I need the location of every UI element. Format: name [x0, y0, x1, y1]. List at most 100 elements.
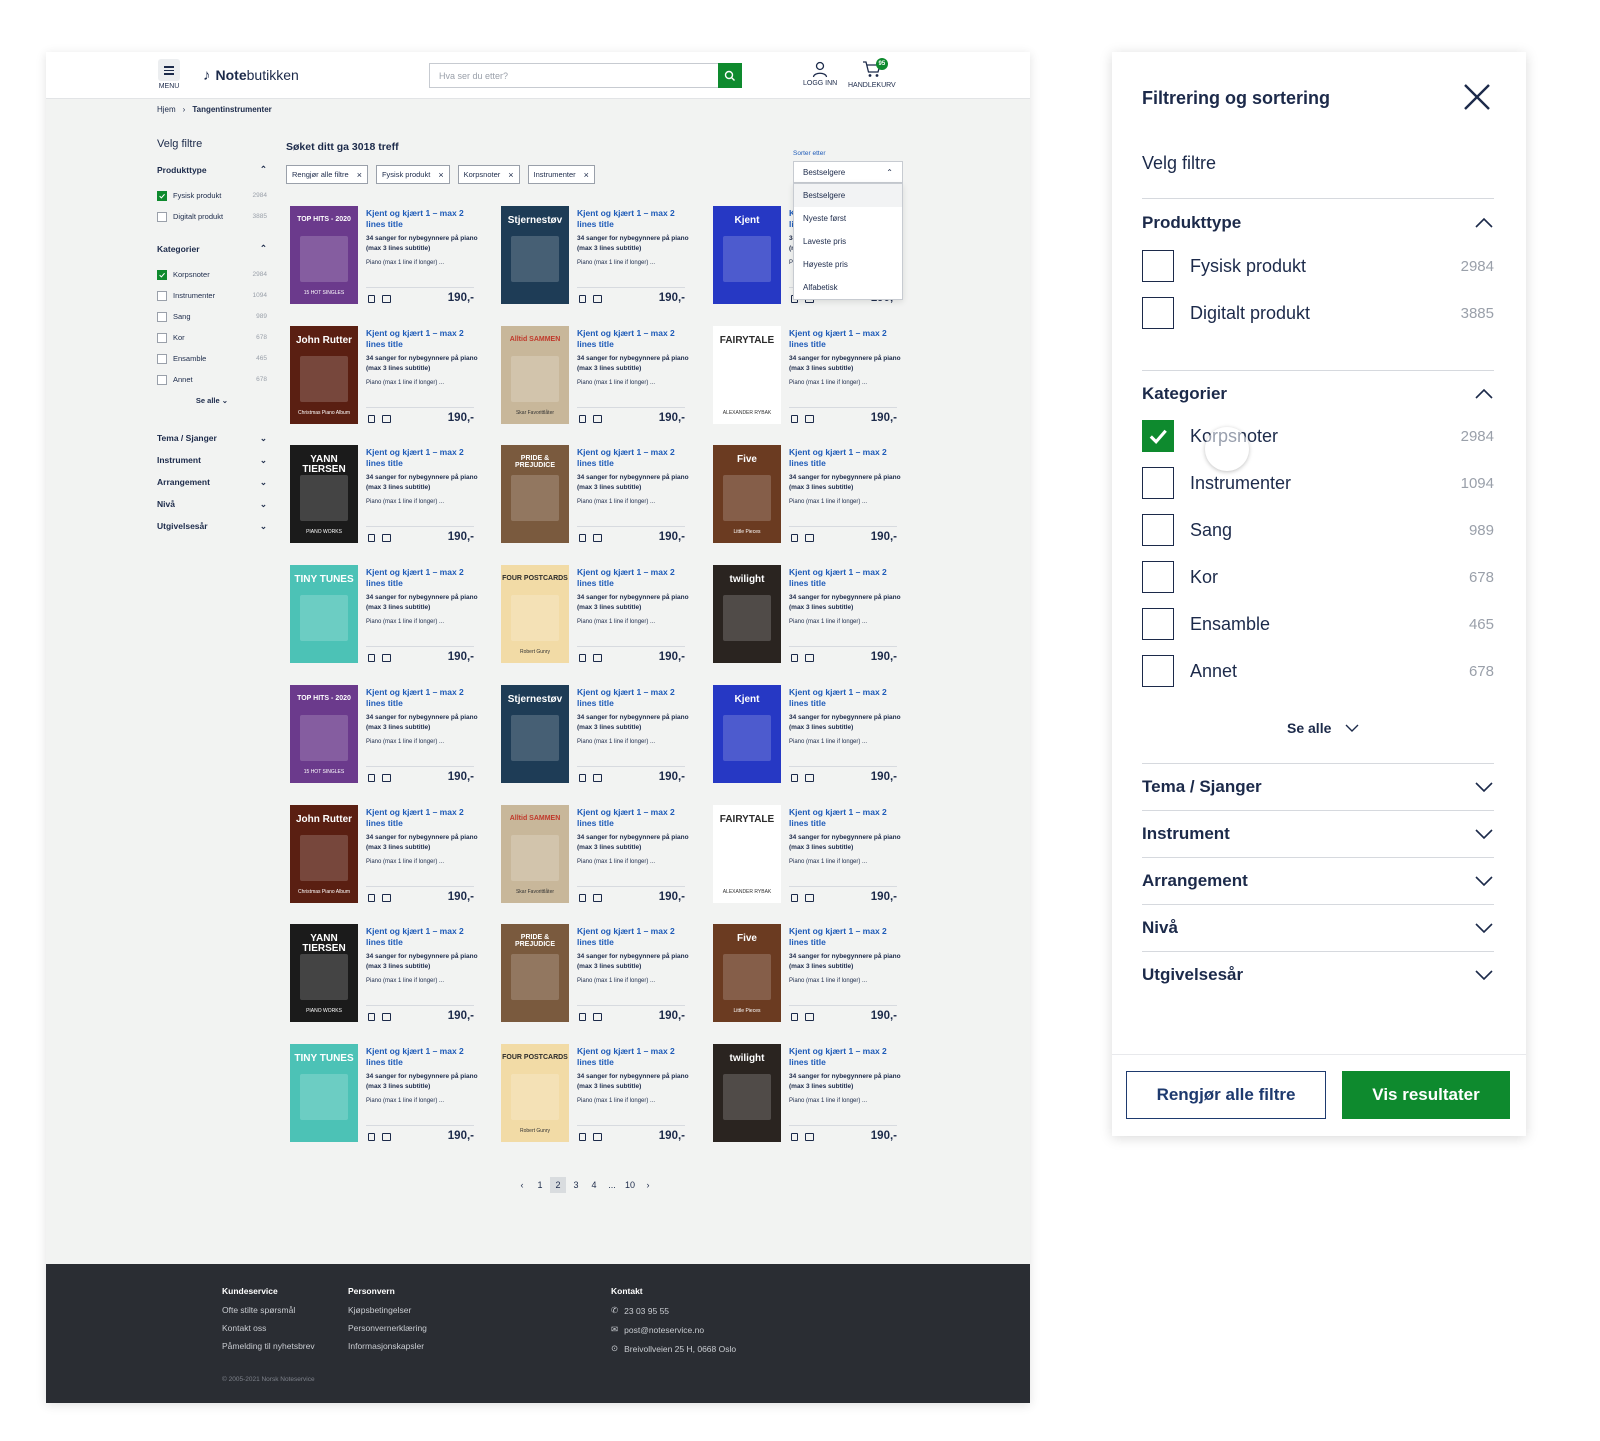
- product-cover-image[interactable]: TINY TUNES: [290, 565, 358, 663]
- panel-filter-option[interactable]: Kor 678: [1142, 560, 1494, 594]
- footer-link[interactable]: Ofte stilte spørsmål: [222, 1305, 315, 1315]
- product-title[interactable]: Kjent og kjært 1 – max 2 lines title: [366, 687, 481, 709]
- checkbox[interactable]: [157, 353, 167, 364]
- checkbox[interactable]: [157, 374, 167, 385]
- panel-group-collapsed[interactable]: Arrangement: [1142, 869, 1494, 893]
- product-card[interactable]: FAIRYTALE ALEXANDER RYBAK Kjent og kjært 1…: [709, 326, 909, 426]
- page-link[interactable]: 3: [568, 1177, 584, 1193]
- checkbox[interactable]: [157, 269, 167, 280]
- product-title[interactable]: Kjent og kjært 1 – max 2 lines title: [577, 328, 692, 350]
- page-link[interactable]: 1: [532, 1177, 548, 1193]
- product-title[interactable]: Kjent og kjært 1 – max 2 lines title: [366, 807, 481, 829]
- show-results-button[interactable]: Vis resultater: [1342, 1071, 1510, 1119]
- panel-see-all-button[interactable]: Se alle: [1287, 720, 1359, 736]
- product-title[interactable]: Kjent og kjært 1 – max 2 lines title: [366, 567, 481, 589]
- filter-option[interactable]: Instrumenter 1094: [157, 285, 267, 306]
- checkbox[interactable]: [1142, 297, 1174, 329]
- product-title[interactable]: Kjent og kjært 1 – max 2 lines title: [366, 328, 481, 350]
- product-cover-image[interactable]: TOP HITS - 2020 15 HOT SINGLES: [290, 685, 358, 783]
- product-card[interactable]: FOUR POSTCARDS Robert Gunry Kjent og kjært…: [497, 565, 697, 665]
- product-cover-image[interactable]: FOUR POSTCARDS Robert Gunry: [501, 1044, 569, 1142]
- product-card[interactable]: FOUR POSTCARDS Robert Gunry Kjent og kjært…: [497, 1044, 697, 1144]
- product-title[interactable]: Kjent og kjært 1 – max 2 lines title: [577, 926, 692, 948]
- checkbox[interactable]: [157, 290, 167, 301]
- product-card[interactable]: YANN TIERSEN PIANO WORKS Kjent og kjært 1 …: [286, 924, 486, 1024]
- checkbox[interactable]: [1142, 420, 1174, 452]
- product-title[interactable]: Kjent og kjært 1 – max 2 lines title: [366, 208, 481, 230]
- panel-group-collapsed[interactable]: Instrument: [1142, 822, 1494, 846]
- cart-button[interactable]: 95 HANDLEKURV: [848, 58, 896, 89]
- product-title[interactable]: Kjent og kjært 1 – max 2 lines title: [789, 1046, 904, 1068]
- filter-option[interactable]: Annet 678: [157, 369, 267, 390]
- product-cover-image[interactable]: Kjent: [713, 685, 781, 783]
- product-card[interactable]: twilight Kjent og kjært 1 – max 2 lines t…: [709, 565, 909, 665]
- product-cover-image[interactable]: YANN TIERSEN PIANO WORKS: [290, 445, 358, 543]
- filter-chip[interactable]: Korpsnoter ×: [457, 165, 520, 184]
- product-card[interactable]: PRIDE & PREJUDICE Kjent og kjært 1 – max …: [497, 924, 697, 1024]
- filter-option[interactable]: Ensamble 465: [157, 348, 267, 369]
- product-card[interactable]: Stjernestøv Kjent og kjært 1 – max 2 line…: [497, 206, 697, 306]
- see-all-button[interactable]: Se alle ⌄: [157, 396, 267, 405]
- product-cover-image[interactable]: FAIRYTALE ALEXANDER RYBAK: [713, 326, 781, 424]
- filter-group-product-type[interactable]: Produkttype ⌃: [157, 164, 267, 175]
- checkbox[interactable]: [1142, 250, 1174, 282]
- checkbox[interactable]: [1142, 561, 1174, 593]
- filter-group-collapsed[interactable]: Tema / Sjanger ⌄: [157, 427, 267, 449]
- sort-dropdown[interactable]: Bestselgere ⌃: [793, 161, 903, 183]
- product-title[interactable]: Kjent og kjært 1 – max 2 lines title: [789, 687, 904, 709]
- product-card[interactable]: Kjent Kjent og kjært 1 – max 2 lines titl…: [709, 685, 909, 785]
- footer-link[interactable]: Kjøpsbetingelser: [348, 1305, 427, 1315]
- product-card[interactable]: TINY TUNES Kjent og kjært 1 – max 2 lines…: [286, 1044, 486, 1144]
- page-link[interactable]: 2: [550, 1177, 566, 1193]
- checkbox[interactable]: [1142, 467, 1174, 499]
- footer-link[interactable]: Informasjonskapsler: [348, 1341, 427, 1351]
- product-cover-image[interactable]: Alltid SAMMEN Skar Favorittlåter: [501, 326, 569, 424]
- product-card[interactable]: Stjernestøv Kjent og kjært 1 – max 2 line…: [497, 685, 697, 785]
- product-cover-image[interactable]: Five Little Pieces: [713, 924, 781, 1022]
- product-title[interactable]: Kjent og kjært 1 – max 2 lines title: [577, 1046, 692, 1068]
- checkbox[interactable]: [157, 332, 167, 343]
- sort-option[interactable]: Alfabetisk: [794, 276, 902, 299]
- filter-option[interactable]: Fysisk produkt 2984: [157, 185, 267, 206]
- product-title[interactable]: Kjent og kjært 1 – max 2 lines title: [366, 447, 481, 469]
- panel-group-collapsed[interactable]: Tema / Sjanger: [1142, 775, 1494, 799]
- product-title[interactable]: Kjent og kjært 1 – max 2 lines title: [789, 926, 904, 948]
- product-card[interactable]: Five Little Pieces Kjent og kjært 1 – max …: [709, 445, 909, 545]
- product-title[interactable]: Kjent og kjært 1 – max 2 lines title: [789, 328, 904, 350]
- product-title[interactable]: Kjent og kjært 1 – max 2 lines title: [789, 447, 904, 469]
- filter-group-collapsed[interactable]: Instrument ⌄: [157, 449, 267, 471]
- product-title[interactable]: Kjent og kjært 1 – max 2 lines title: [789, 807, 904, 829]
- search-button[interactable]: [718, 63, 742, 88]
- panel-filter-option[interactable]: Sang 989: [1142, 513, 1494, 547]
- filter-group-categories[interactable]: Kategorier ⌃: [157, 243, 267, 254]
- remove-icon[interactable]: ×: [357, 170, 362, 180]
- next-page-button[interactable]: ›: [640, 1177, 656, 1193]
- remove-icon[interactable]: ×: [508, 170, 513, 180]
- page-link[interactable]: 10: [622, 1177, 638, 1193]
- filter-chip[interactable]: Instrumenter ×: [527, 165, 595, 184]
- checkbox[interactable]: [1142, 514, 1174, 546]
- checkbox[interactable]: [1142, 655, 1174, 687]
- sort-option[interactable]: Nyeste først: [794, 207, 902, 230]
- panel-filter-option[interactable]: Ensamble 465: [1142, 607, 1494, 641]
- site-logo[interactable]: ♪ Note butikken: [203, 65, 299, 85]
- product-card[interactable]: John Rutter Christmas Piano Album Kjent og…: [286, 326, 486, 426]
- login-button[interactable]: LOGG INN: [803, 60, 837, 87]
- product-title[interactable]: Kjent og kjært 1 – max 2 lines title: [789, 567, 904, 589]
- product-cover-image[interactable]: FAIRYTALE ALEXANDER RYBAK: [713, 805, 781, 903]
- product-cover-image[interactable]: twilight: [713, 565, 781, 663]
- product-title[interactable]: Kjent og kjært 1 – max 2 lines title: [577, 807, 692, 829]
- panel-filter-option[interactable]: Annet 678: [1142, 654, 1494, 688]
- search-input[interactable]: [430, 64, 716, 87]
- panel-group-product-type[interactable]: Produkttype: [1142, 208, 1494, 238]
- product-card[interactable]: FAIRYTALE ALEXANDER RYBAK Kjent og kjært 1…: [709, 805, 909, 905]
- product-card[interactable]: TOP HITS - 2020 15 HOT SINGLES Kjent og kj…: [286, 685, 486, 785]
- filter-group-collapsed[interactable]: Nivå ⌄: [157, 493, 267, 515]
- product-cover-image[interactable]: Stjernestøv: [501, 206, 569, 304]
- prev-page-button[interactable]: ‹: [514, 1177, 530, 1193]
- breadcrumb-home[interactable]: Hjem: [157, 105, 176, 114]
- filter-group-collapsed[interactable]: Utgivelsesår ⌄: [157, 515, 267, 537]
- filter-chip[interactable]: Fysisk produkt ×: [375, 165, 450, 184]
- panel-filter-option[interactable]: Instrumenter 1094: [1142, 466, 1494, 500]
- product-card[interactable]: Alltid SAMMEN Skar Favorittlåter Kjent og …: [497, 805, 697, 905]
